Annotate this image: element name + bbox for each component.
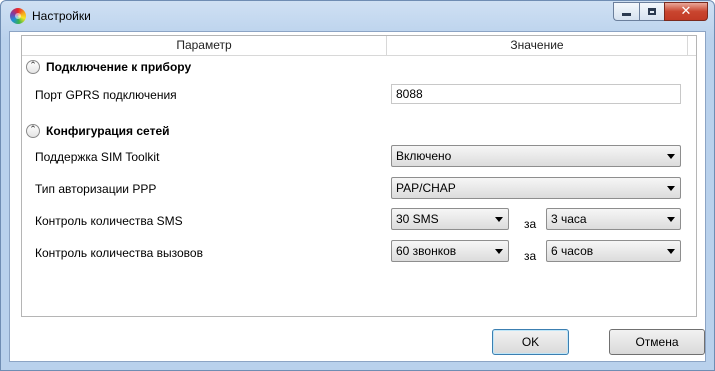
call-count-select[interactable]: 60 звонков: [391, 240, 509, 262]
cancel-button[interactable]: Отмена: [609, 329, 705, 355]
ppp-auth-value: PAP/CHAP: [396, 181, 456, 195]
sms-joiner-label: за: [524, 217, 537, 231]
collapse-chevron-icon: ⌃: [29, 60, 37, 71]
call-count-value: 60 звонков: [396, 244, 457, 258]
dropdown-arrow-icon: [495, 249, 503, 254]
row-label-ppp-auth: Тип авторизации PPP: [35, 182, 157, 196]
title-bar[interactable]: Настройки ✕: [1, 1, 714, 31]
grid-header: Параметр Значение: [22, 36, 696, 56]
sim-toolkit-value: Включено: [396, 149, 452, 163]
minimize-button[interactable]: [613, 2, 639, 21]
dialog-client-area: Параметр Значение ⌃ Подключение к прибор…: [9, 31, 706, 362]
sim-toolkit-select[interactable]: Включено: [391, 145, 681, 167]
row-label-gprs-port: Порт GPRS подключения: [35, 88, 177, 102]
ppp-auth-select[interactable]: PAP/CHAP: [391, 177, 681, 199]
group-network-config: ⌃ Конфигурация сетей: [26, 121, 170, 141]
call-joiner-label: за: [524, 249, 537, 263]
color-wheel-icon: [10, 8, 26, 24]
caption-buttons: ✕: [613, 2, 708, 22]
row-label-sms-control: Контроль количества SMS: [35, 214, 183, 228]
column-header-value[interactable]: Значение: [387, 36, 688, 55]
dropdown-arrow-icon: [667, 249, 675, 254]
sms-count-value: 30 SMS: [396, 212, 439, 226]
minimize-icon: [622, 13, 631, 16]
group-collapse-button[interactable]: ⌃: [26, 60, 40, 74]
sms-period-select[interactable]: 3 часа: [546, 208, 681, 230]
window-title: Настройки: [32, 9, 91, 23]
dropdown-arrow-icon: [495, 217, 503, 222]
close-button[interactable]: ✕: [664, 2, 708, 21]
close-icon: ✕: [680, 4, 692, 19]
dropdown-arrow-icon: [667, 186, 675, 191]
group-label: Конфигурация сетей: [46, 124, 170, 138]
ok-button[interactable]: OK: [492, 329, 569, 355]
row-label-sim-toolkit: Поддержка SIM Toolkit: [35, 150, 160, 164]
column-header-parameter[interactable]: Параметр: [22, 36, 387, 55]
gprs-port-input[interactable]: 8088: [391, 84, 681, 104]
maximize-button[interactable]: [639, 2, 664, 21]
call-period-select[interactable]: 6 часов: [546, 240, 681, 262]
sms-count-select[interactable]: 30 SMS: [391, 208, 509, 230]
settings-window: Настройки ✕ Параметр Значение ⌃ Подключе…: [0, 0, 715, 371]
group-collapse-button[interactable]: ⌃: [26, 124, 40, 138]
maximize-icon: [648, 8, 656, 15]
group-device-connection: ⌃ Подключение к прибору: [26, 57, 191, 77]
dropdown-arrow-icon: [667, 154, 675, 159]
dropdown-arrow-icon: [667, 217, 675, 222]
collapse-chevron-icon: ⌃: [29, 124, 37, 135]
group-label: Подключение к прибору: [46, 60, 192, 74]
property-grid: Параметр Значение ⌃ Подключение к прибор…: [21, 35, 697, 317]
sms-period-value: 3 часа: [551, 212, 587, 226]
call-period-value: 6 часов: [551, 244, 594, 258]
row-label-call-control: Контроль количества вызовов: [35, 246, 203, 260]
